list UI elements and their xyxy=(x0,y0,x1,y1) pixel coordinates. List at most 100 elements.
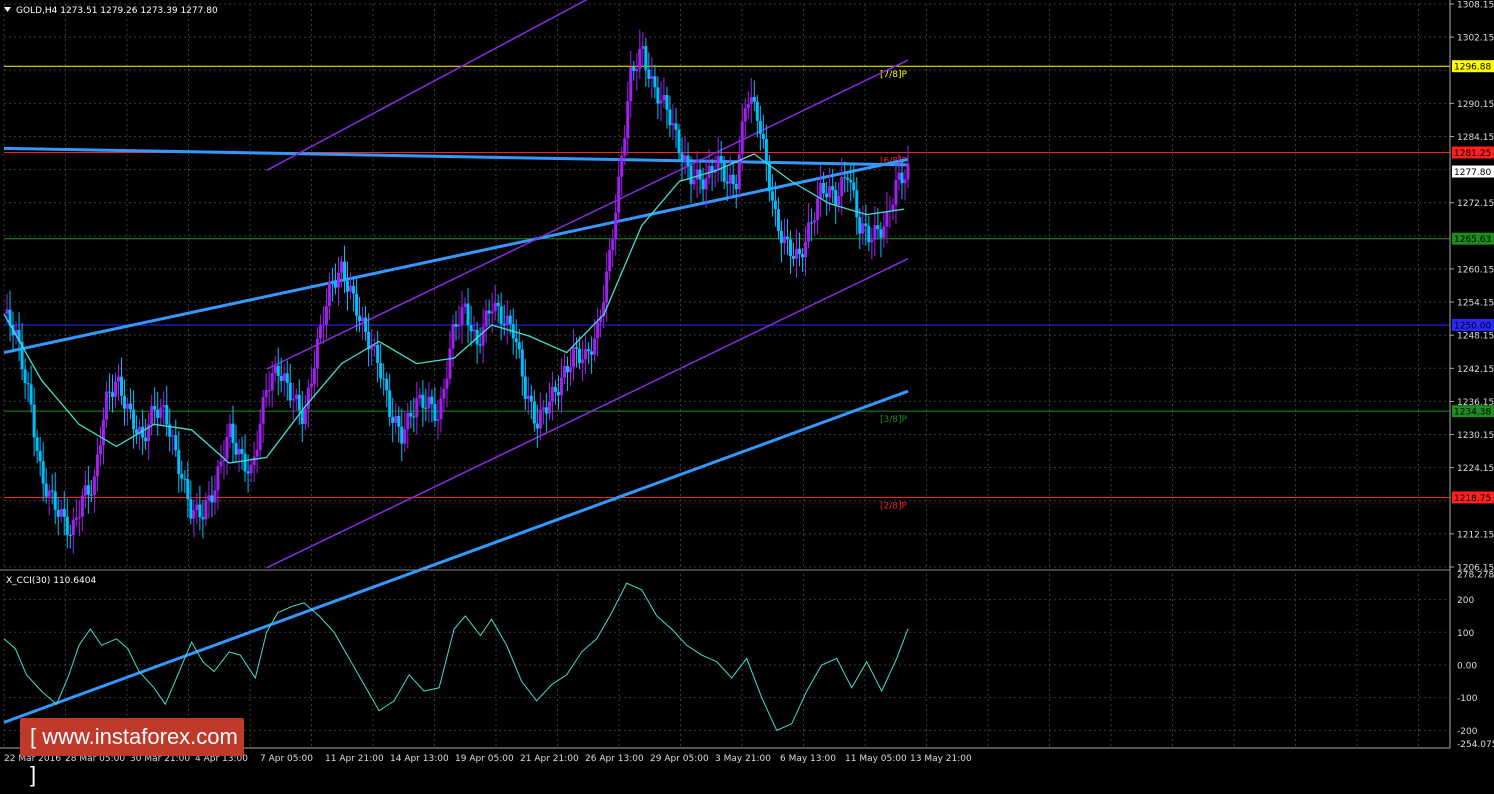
candle-body xyxy=(258,423,262,451)
candle-body xyxy=(541,407,545,410)
candle-body xyxy=(246,471,250,474)
candle-body xyxy=(689,165,693,185)
trading-chart[interactable]: [7/8]P[6/8]P[3/8]P[2/8]P 1308.151302.151… xyxy=(0,0,1494,769)
candle-body xyxy=(894,180,898,205)
candle-body xyxy=(400,426,404,444)
candle-body xyxy=(113,381,117,397)
candle-body xyxy=(388,390,392,417)
candle-body xyxy=(243,453,247,472)
cci-tick-label: 278.278 xyxy=(1457,571,1494,581)
candle-body xyxy=(270,373,274,391)
price-tick-label: 1272.15 xyxy=(1457,199,1494,209)
candle-body xyxy=(448,348,452,379)
candle-body xyxy=(454,323,458,327)
candle-body xyxy=(885,211,889,227)
candle-body xyxy=(355,293,359,316)
candle-body xyxy=(804,241,808,258)
candle-body xyxy=(213,490,217,503)
price-tick-label: 1265.63 xyxy=(1454,235,1491,245)
candle-body xyxy=(451,323,455,349)
candle-body xyxy=(529,395,533,402)
price-tick-label: 1284.15 xyxy=(1457,133,1494,143)
candle-body xyxy=(267,390,271,392)
candle-body xyxy=(776,209,780,231)
candle-body xyxy=(282,373,286,381)
candle-body xyxy=(764,138,768,163)
candle-body xyxy=(327,281,331,307)
candle-body xyxy=(189,499,193,519)
candle-body xyxy=(132,409,136,430)
candle-body xyxy=(499,306,503,324)
candle-body xyxy=(716,156,720,170)
candle-body xyxy=(556,391,560,396)
candle-body xyxy=(216,466,220,491)
candle-body xyxy=(876,225,880,230)
candle-body xyxy=(505,315,509,326)
candle-body xyxy=(418,394,422,399)
candle-body xyxy=(68,534,72,536)
candle-body xyxy=(195,504,199,511)
candle-body xyxy=(810,222,814,224)
indicator-info: X_CCI(30) 110.6404 xyxy=(6,576,96,586)
candle-body xyxy=(508,315,512,325)
candle-body xyxy=(779,230,783,244)
candle-body xyxy=(743,108,747,122)
candle-body xyxy=(608,250,612,272)
candle-body xyxy=(336,272,340,288)
candle-body xyxy=(264,390,268,398)
candle-body xyxy=(466,303,470,326)
candle-body xyxy=(544,407,548,414)
candle-body xyxy=(50,490,54,492)
price-tick-label: 1230.15 xyxy=(1457,431,1494,441)
candle-body xyxy=(626,101,630,139)
candle-body xyxy=(427,396,431,409)
cci-tick-label: -100 xyxy=(1457,694,1478,704)
candle-body xyxy=(297,394,301,411)
candle-body xyxy=(671,123,675,126)
candle-body xyxy=(303,408,307,424)
candle-body xyxy=(186,479,190,500)
candle-body xyxy=(306,387,310,409)
candle-body xyxy=(659,100,663,104)
candle-body xyxy=(333,282,337,288)
candle-body xyxy=(617,176,621,213)
price-tick-label: 1234.38 xyxy=(1454,408,1491,418)
candle-body xyxy=(288,382,292,401)
price-tick-label: 1218.75 xyxy=(1454,494,1491,504)
candle-body xyxy=(813,220,817,223)
candle-body xyxy=(409,412,413,417)
candle-body xyxy=(758,120,762,134)
candle-body xyxy=(144,437,148,442)
candle-body xyxy=(620,155,624,177)
candle-body xyxy=(572,347,576,368)
candle-body xyxy=(44,483,48,497)
candle-body xyxy=(490,311,494,314)
candle-body xyxy=(162,405,166,408)
candle-body xyxy=(92,476,96,495)
candle-body xyxy=(502,323,506,326)
candle-body xyxy=(38,450,42,462)
candle-body xyxy=(397,416,401,427)
candle-body xyxy=(704,177,708,190)
candle-body xyxy=(126,403,130,409)
candle-body xyxy=(261,397,265,424)
candle-body xyxy=(481,326,485,346)
candle-body xyxy=(412,416,416,418)
candle-body xyxy=(740,121,744,155)
candle-body xyxy=(225,437,229,460)
candle-body xyxy=(553,386,557,392)
candle-body xyxy=(596,321,600,339)
candle-body xyxy=(192,510,196,519)
candle-body xyxy=(294,394,298,400)
candle-body xyxy=(255,450,259,457)
candle-body xyxy=(834,190,838,206)
candle-body xyxy=(80,495,84,517)
candle-body xyxy=(644,46,648,70)
candle-body xyxy=(517,342,521,350)
time-tick-label: 11 Apr 21:00 xyxy=(325,754,384,764)
candle-body xyxy=(171,435,175,437)
candle-body xyxy=(650,76,654,79)
candle-body xyxy=(831,186,835,191)
candle-body xyxy=(379,363,383,379)
candle-body xyxy=(107,391,111,393)
